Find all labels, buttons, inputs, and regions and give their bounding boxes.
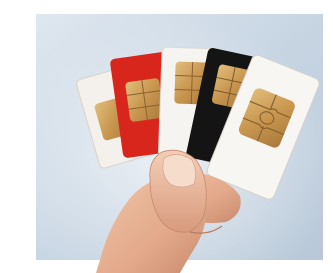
thumbnail: [162, 154, 196, 188]
photo-scene: [36, 14, 323, 273]
